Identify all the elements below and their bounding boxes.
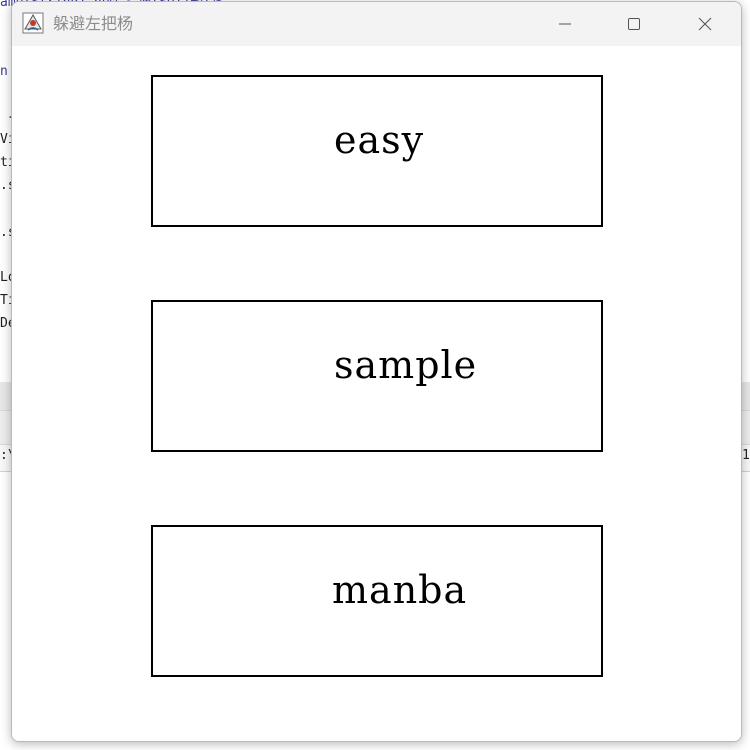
option-sample-button[interactable]: sample [151, 300, 603, 452]
close-icon [698, 17, 712, 31]
option-label: easy [334, 118, 425, 162]
java-app-icon [22, 12, 44, 34]
app-window: 躲避左把杨 easy sample manba [11, 1, 742, 742]
maximize-button[interactable] [611, 2, 657, 46]
close-button[interactable] [682, 2, 728, 46]
window-title: 躲避左把杨 [53, 14, 134, 33]
window-content: easy sample manba [12, 46, 741, 741]
background-code-line: n [0, 64, 8, 79]
option-manba-button[interactable]: manba [151, 525, 603, 677]
minimize-icon [559, 23, 571, 25]
option-label: manba [332, 568, 468, 612]
option-easy-button[interactable]: easy [151, 75, 603, 227]
option-label: sample [334, 343, 478, 387]
maximize-icon [628, 18, 640, 30]
minimize-button[interactable] [542, 2, 588, 46]
background-code-fragment: 1 [742, 448, 750, 463]
title-bar[interactable]: 躲避左把杨 [12, 2, 741, 46]
